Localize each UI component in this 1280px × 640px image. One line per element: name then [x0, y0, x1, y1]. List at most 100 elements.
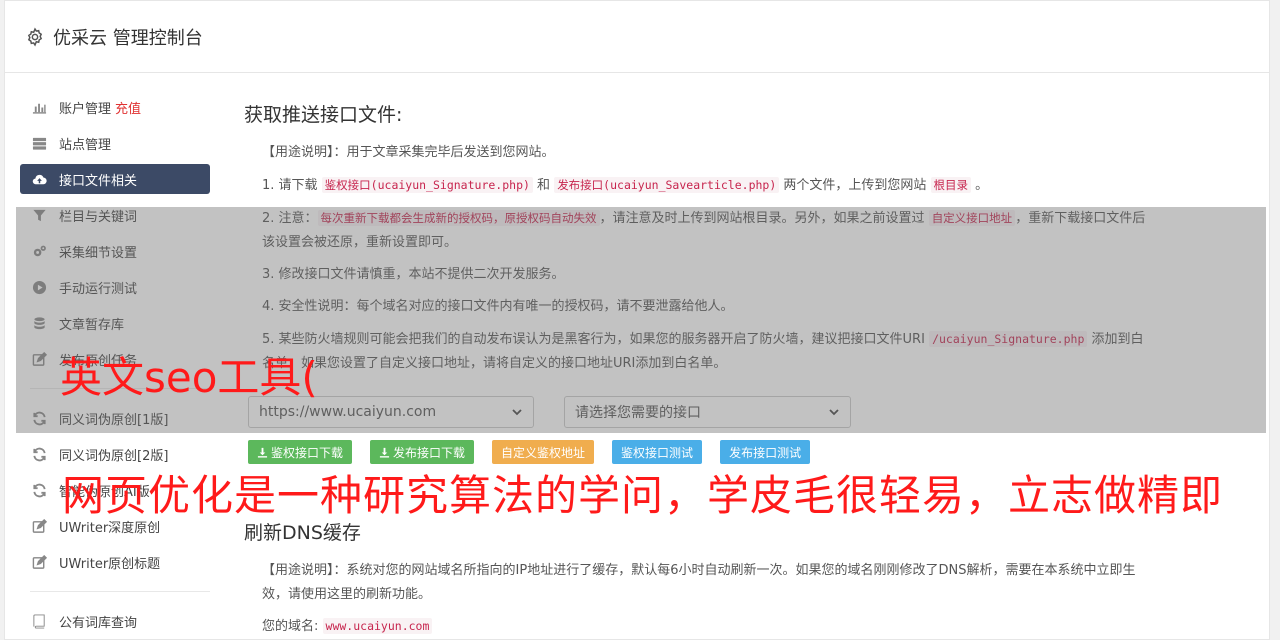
sidebar-item-article-store[interactable]: 文章暂存库: [20, 308, 210, 338]
refresh-icon: [33, 447, 46, 461]
server-icon: [32, 137, 47, 150]
domain-label: 您的域名:: [262, 619, 319, 634]
book-icon: [33, 613, 45, 629]
usage-note: 【用途说明】：用于文章采集完毕后发送到您网站。: [262, 141, 1154, 165]
text-span: 。: [971, 178, 989, 193]
sidebar-item-label: UWriter原创标题: [59, 556, 161, 572]
button-label: 发布接口下载: [393, 445, 466, 460]
sidebar-item-label: 接口文件相关: [59, 173, 138, 189]
sidebar-item-label: 智能伪原创AI版: [59, 484, 150, 500]
gears-icon: [33, 245, 46, 256]
refresh-icon: [33, 483, 46, 497]
gear-icon: [27, 27, 43, 46]
download-signature-button[interactable]: 鉴权接口下载: [248, 440, 353, 464]
text-span: 和: [532, 178, 555, 193]
usage-text: ：用于文章采集完毕后发送到您网站。: [333, 145, 555, 160]
custom-signature-url-button[interactable]: 自定义鉴权地址: [492, 440, 595, 464]
signature-file-code: 鉴权接口(ucaiyun_Signature.php): [321, 177, 533, 193]
sidebar-item-synonym-v1[interactable]: 同义词伪原创[1版]: [20, 403, 210, 433]
domain-value: www.ucaiyun.com: [322, 618, 433, 634]
dns-section: 刷新DNS缓存 【用途说明】：系统对您的网站域名所指向的IP地址进行了缓存，默认…: [244, 518, 1154, 634]
sidebar: 账户管理 充值 站点管理 接口文件相关 栏目与关键词 采集细节设置 手动运行测试…: [20, 92, 210, 640]
warning-code: 每次重新下载都会生成新的授权码，原授权码自动失效: [317, 210, 600, 226]
api-files-section: 获取推送接口文件: 【用途说明】：用于文章采集完毕后发送到您网站。 1. 请下载…: [244, 100, 1154, 464]
sidebar-item-uwriter-deep[interactable]: UWriter深度原创: [20, 511, 210, 541]
sidebar-item-api-files[interactable]: 接口文件相关: [20, 164, 210, 194]
sidebar-item-ai-rewrite[interactable]: 智能伪原创AI版: [20, 475, 210, 505]
filter-icon: [33, 209, 46, 221]
uri-code: /ucaiyun_Signature.php: [929, 331, 1088, 347]
sidebar-item-label: 采集细节设置: [59, 245, 138, 261]
sidebar-item-label: 站点管理: [59, 137, 112, 153]
sidebar-item-label: UWriter深度原创: [59, 520, 161, 536]
usage-note: 【用途说明】：系统对您的网站域名所指向的IP地址进行了缓存，默认每6小时自动刷新…: [262, 559, 1154, 607]
sidebar-item-sites[interactable]: 站点管理: [20, 128, 210, 158]
instruction-5: 5. 某些防火墙规则可能会把我们的自动发布误认为是黑客行为，如果您的服务器开启了…: [262, 327, 1154, 376]
button-label: 自定义鉴权地址: [501, 445, 586, 460]
sidebar-item-label: 栏目与关键词: [59, 209, 138, 225]
text-span: 5. 某些防火墙规则可能会把我们的自动发布误认为是黑客行为，如果您的服务器开启了…: [262, 332, 930, 347]
text-span: 2. 注意：: [262, 211, 318, 226]
chevron-down-icon: [512, 409, 522, 416]
section-title: 获取推送接口文件:: [244, 104, 403, 126]
button-label: 鉴权接口下载: [271, 445, 344, 460]
button-label: 发布接口测试: [729, 445, 802, 460]
custom-api-code: 自定义接口地址: [928, 210, 1016, 226]
sidebar-item-label: 公有词库查询: [59, 615, 138, 631]
site-select[interactable]: https://www.ucaiyun.com: [248, 396, 534, 428]
text-span: 1. 请下载: [262, 178, 322, 193]
sidebar-item-label: 发布原创任务: [59, 353, 138, 369]
download-icon: [379, 447, 390, 458]
sidebar-item-label: 同义词伪原创[2版]: [59, 448, 169, 464]
download-icon: [257, 447, 268, 458]
instruction-3: 3. 修改接口文件请慎重，本站不提供二次开发服务。: [262, 267, 565, 282]
instruction-4: 4. 安全性说明：每个域名对应的接口文件内有唯一的授权码，请不要泄露给他人。: [262, 299, 734, 314]
button-label: 鉴权接口测试: [621, 445, 694, 460]
publish-file-code: 发布接口(ucaiyun_Savearticle.php): [554, 177, 780, 193]
sidebar-item-columns-keywords[interactable]: 栏目与关键词: [20, 200, 210, 230]
button-row: 鉴权接口下载 发布接口下载 自定义鉴权地址 鉴权接口测试 发布接口测试: [248, 440, 1154, 464]
instruction-2: 2. 注意： 每次重新下载都会生成新的授权码，原授权码自动失效 ，请注意及时上传到网…: [262, 206, 1154, 255]
test-signature-button[interactable]: 鉴权接口测试: [612, 440, 703, 464]
section-title: 刷新DNS缓存: [244, 522, 361, 544]
edit-icon: [32, 518, 47, 533]
api-select-value: 请选择您需要的接口: [575, 405, 701, 421]
sidebar-divider: [30, 388, 210, 389]
sidebar-item-publish-original[interactable]: 发布原创任务: [20, 344, 210, 374]
sidebar-item-account[interactable]: 账户管理 充值: [20, 92, 210, 122]
sidebar-item-label: 手动运行测试: [59, 281, 138, 297]
chevron-down-icon: [829, 409, 839, 416]
cloud-upload-icon: [32, 174, 47, 184]
sidebar-item-uwriter-title[interactable]: UWriter原创标题: [20, 547, 210, 577]
instruction-1: 1. 请下载 鉴权接口(ucaiyun_Signature.php) 和 发布接…: [262, 173, 1154, 198]
text-span: 两个文件，上传到您网站: [779, 178, 931, 193]
play-icon: [32, 280, 47, 294]
site-select-value: https://www.ucaiyun.com: [259, 404, 437, 420]
api-select[interactable]: 请选择您需要的接口: [564, 396, 851, 428]
database-icon: [34, 316, 45, 329]
edit-icon: [32, 351, 47, 366]
root-dir-code: 根目录: [930, 177, 972, 193]
sidebar-item-label: 同义词伪原创[1版]: [59, 412, 169, 428]
test-publish-button[interactable]: 发布接口测试: [720, 440, 811, 464]
usage-text: ：系统对您的网站域名所指向的IP地址进行了缓存，默认每6小时自动刷新一次。如果您…: [262, 563, 1136, 602]
sidebar-item-manual-run[interactable]: 手动运行测试: [20, 272, 210, 302]
sidebar-item-label: 账户管理: [59, 101, 112, 117]
edit-icon: [32, 554, 47, 569]
text-span: ，请注意及时上传到网站根目录。另外，如果之前设置过: [599, 211, 929, 226]
bar-chart-icon: [32, 103, 47, 114]
download-publish-button[interactable]: 发布接口下载: [370, 440, 475, 464]
page-header: 优采云 管理控制台: [5, 1, 1269, 73]
domain-line: 您的域名: www.ucaiyun.com: [262, 615, 1154, 634]
sidebar-item-public-thesaurus[interactable]: 公有词库查询: [20, 606, 210, 636]
select-row: https://www.ucaiyun.com 请选择您需要的接口: [248, 396, 1154, 428]
recharge-link[interactable]: 充值: [115, 98, 141, 117]
sidebar-divider: [30, 591, 210, 592]
sidebar-item-synonym-v2[interactable]: 同义词伪原创[2版]: [20, 439, 210, 469]
usage-label: 【用途说明】: [262, 145, 334, 160]
sidebar-item-label: 文章暂存库: [59, 317, 125, 333]
usage-label: 【用途说明】: [262, 563, 334, 578]
refresh-icon: [33, 411, 46, 425]
sidebar-item-collect-settings[interactable]: 采集细节设置: [20, 236, 210, 266]
page-title: 优采云 管理控制台: [53, 27, 203, 49]
